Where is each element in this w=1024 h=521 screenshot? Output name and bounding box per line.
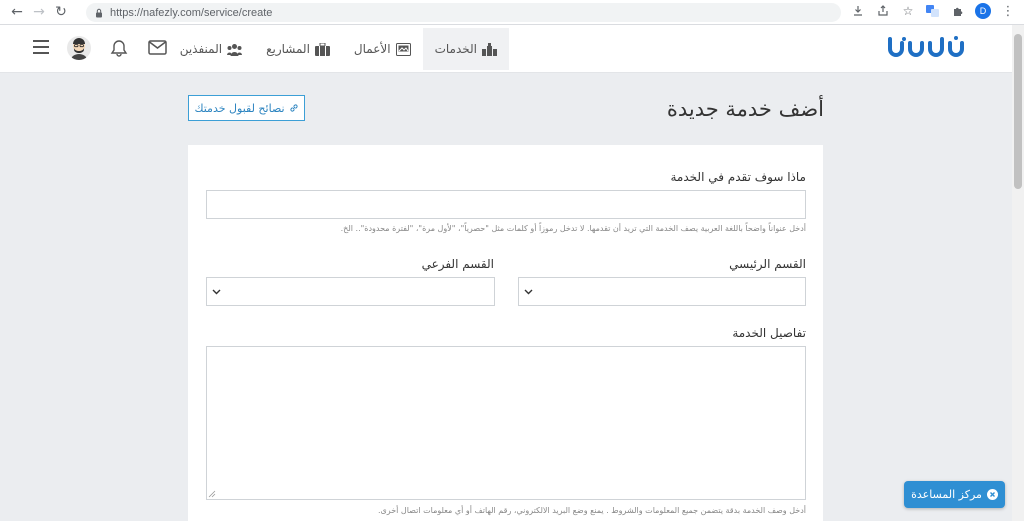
main-menu: الخدمات الأعمال المشاريع المنفذين xyxy=(168,28,509,70)
service-title-label: ماذا سوف تقدم في الخدمة xyxy=(670,170,807,184)
sub-category-label: القسم الفرعي xyxy=(421,257,494,271)
download-icon[interactable] xyxy=(850,3,866,19)
close-circle-icon xyxy=(986,489,998,500)
menu-item-portfolio[interactable]: الأعمال xyxy=(342,28,423,70)
portfolio-icon xyxy=(395,42,411,56)
page-title: أضف خدمة جديدة xyxy=(666,97,824,121)
bell-icon[interactable] xyxy=(110,39,128,57)
projects-icon xyxy=(314,42,330,56)
hamburger-menu-icon[interactable] xyxy=(33,40,49,54)
service-title-help: أدخل عنواناً واضحاً باللغة العربية يصف ا… xyxy=(340,224,806,233)
site-header: الخدمات الأعمال المشاريع المنفذين xyxy=(0,25,1012,73)
menu-item-freelancers[interactable]: المنفذين xyxy=(168,28,254,70)
services-icon xyxy=(482,42,497,56)
translate-icon[interactable] xyxy=(925,3,941,19)
reload-icon[interactable]: ↻ xyxy=(50,1,72,23)
details-help: أدخل وصف الخدمة بدقة يتضمن جميع المعلوما… xyxy=(377,506,806,515)
scrollbar-thumb[interactable] xyxy=(1014,34,1022,189)
user-avatar[interactable] xyxy=(67,36,91,60)
help-center-button[interactable]: مركز المساعدة xyxy=(904,481,1005,508)
tips-button-label: نصائح لقبول خدمتك xyxy=(194,101,285,115)
address-bar[interactable]: https://nafezly.com/service/create xyxy=(86,3,841,22)
menu-item-label: الأعمال xyxy=(353,42,391,56)
menu-item-label: الخدمات xyxy=(434,42,477,56)
profile-avatar[interactable]: D xyxy=(975,3,991,19)
details-textarea[interactable] xyxy=(206,346,806,500)
more-menu-icon[interactable]: ⋮ xyxy=(1000,3,1016,19)
main-category-label: القسم الرئيسي xyxy=(729,257,806,271)
mail-icon[interactable] xyxy=(148,40,167,55)
lock-icon xyxy=(96,8,102,17)
help-center-label: مركز المساعدة xyxy=(911,488,982,501)
tips-button[interactable]: نصائح لقبول خدمتك xyxy=(188,95,305,121)
details-label: تفاصيل الخدمة xyxy=(732,326,806,340)
browser-toolbar: ← → ↻ https://nafezly.com/service/create… xyxy=(0,0,1024,25)
back-icon[interactable]: ← xyxy=(6,1,28,23)
nafezly-logo[interactable] xyxy=(882,35,970,63)
avatar-icon xyxy=(71,38,87,60)
service-form-card: ماذا سوف تقدم في الخدمة أدخل عنواناً واض… xyxy=(188,145,823,521)
menu-item-services[interactable]: الخدمات xyxy=(422,28,509,70)
link-icon xyxy=(289,104,298,112)
star-icon[interactable]: ☆ xyxy=(900,3,916,19)
resize-handle-icon[interactable] xyxy=(208,490,216,498)
forward-icon[interactable]: → xyxy=(28,1,50,23)
menu-item-projects[interactable]: المشاريع xyxy=(254,28,342,70)
url-text: https://nafezly.com/service/create xyxy=(110,6,273,19)
service-title-input[interactable] xyxy=(206,190,806,219)
menu-item-label: المنفذين xyxy=(179,42,223,56)
share-icon[interactable] xyxy=(875,3,891,19)
menu-item-label: المشاريع xyxy=(266,42,310,56)
chevron-down-icon xyxy=(524,289,533,295)
freelancers-icon xyxy=(227,43,243,56)
sub-category-select[interactable] xyxy=(206,277,495,306)
main-category-select[interactable] xyxy=(518,277,806,306)
extensions-icon[interactable] xyxy=(950,3,966,19)
chevron-down-icon xyxy=(212,289,221,295)
